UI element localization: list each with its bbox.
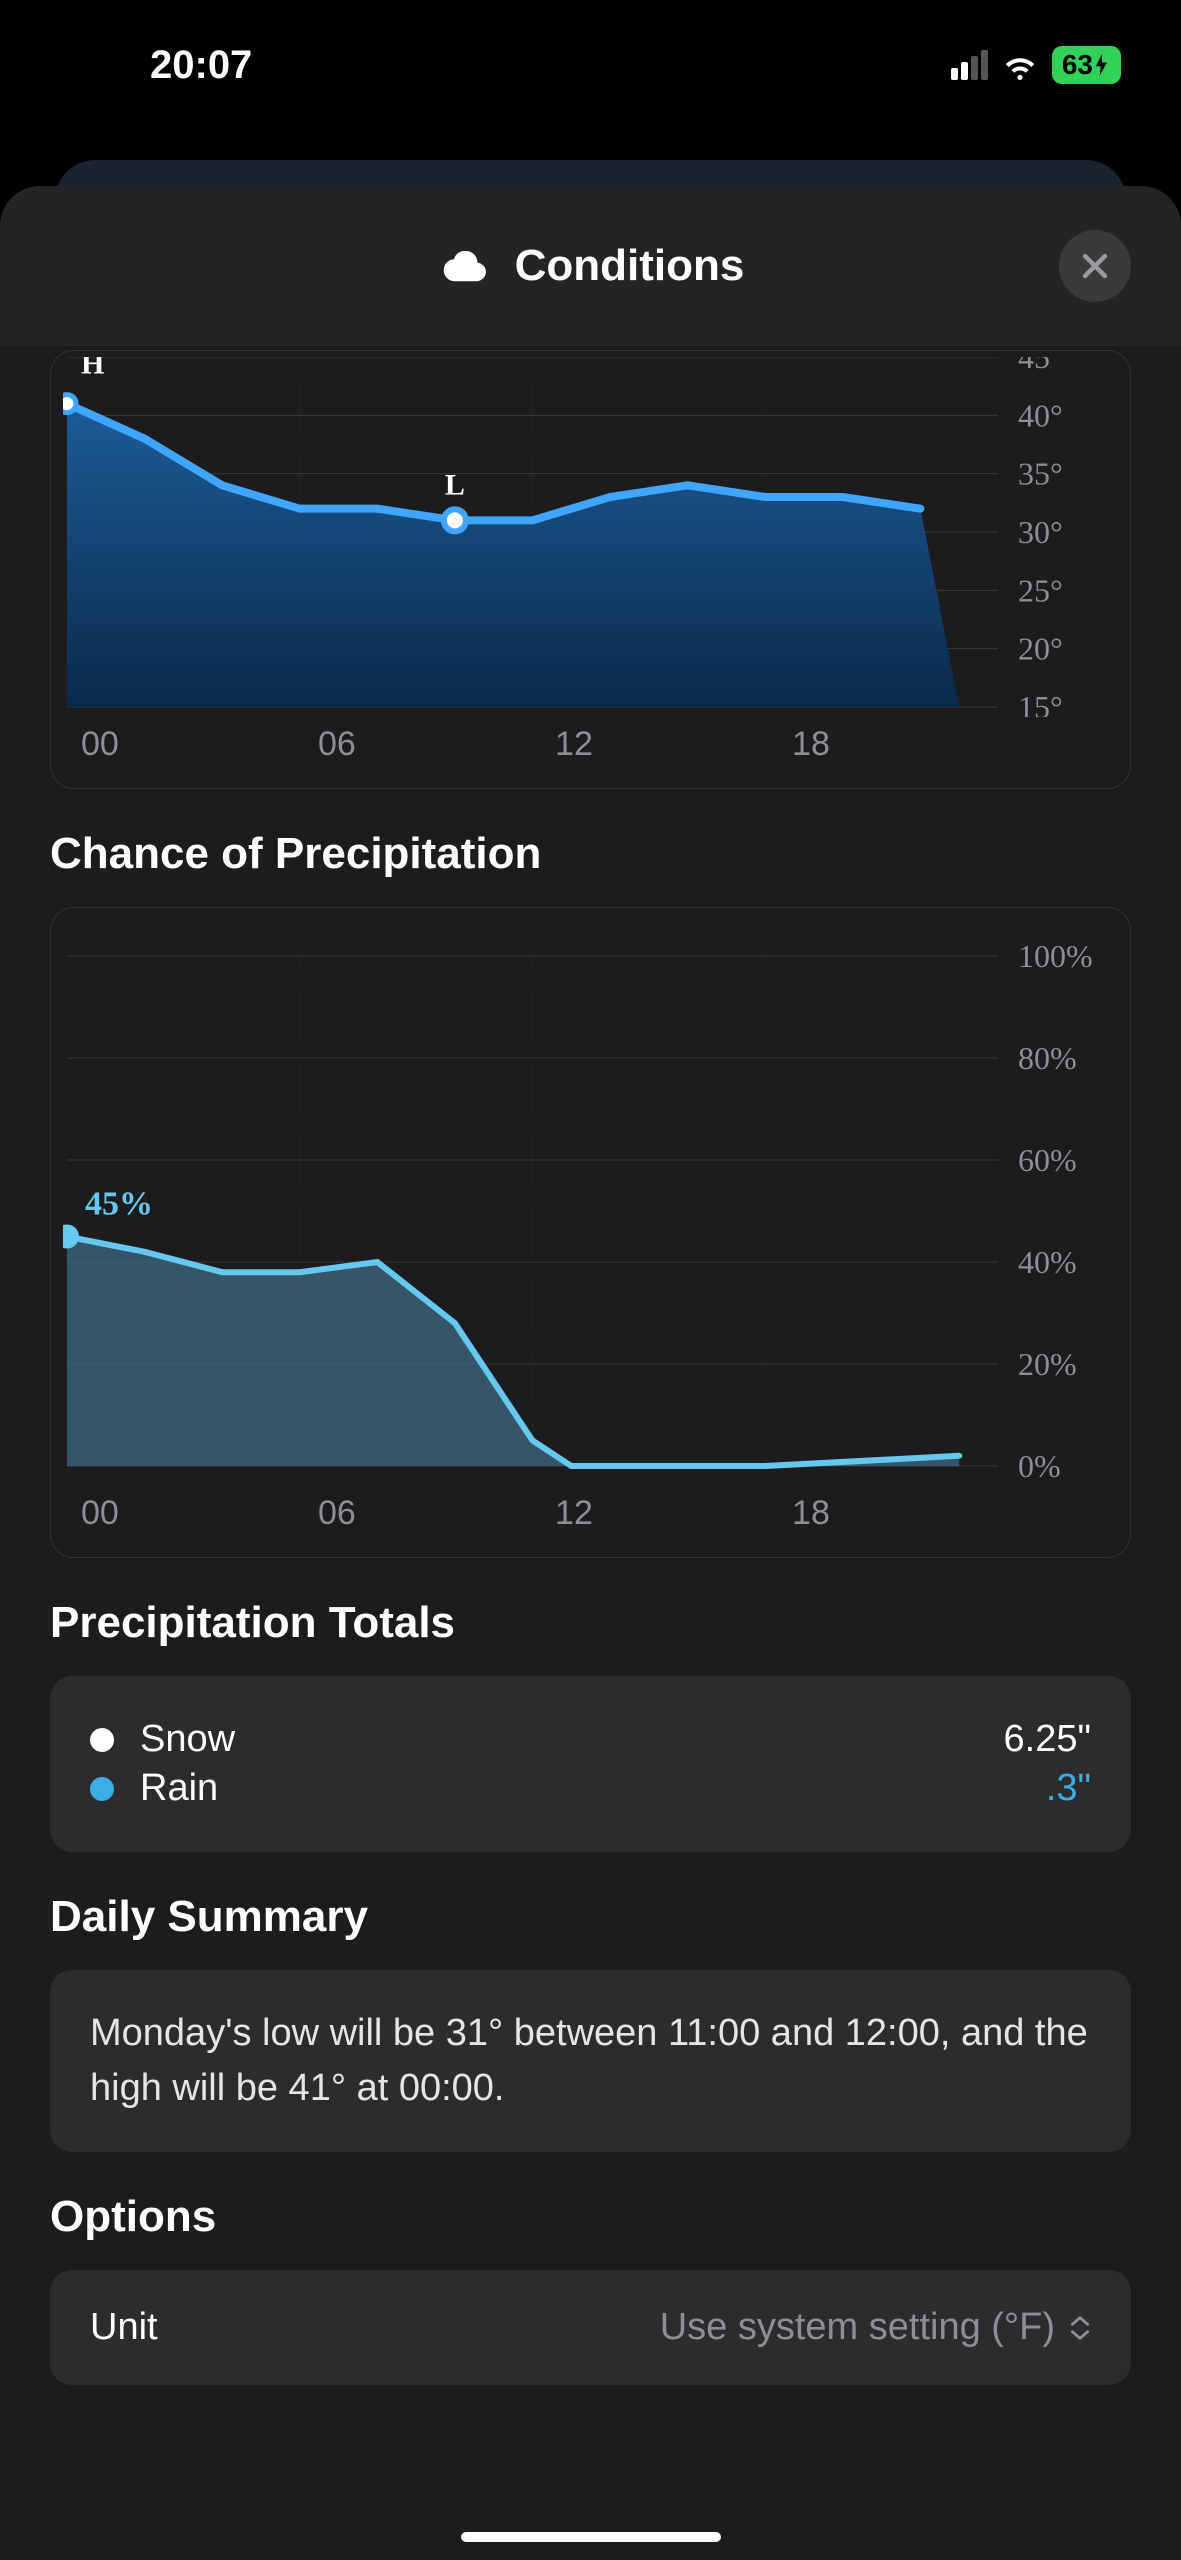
svg-text:45°: 45° (1018, 357, 1063, 375)
unit-option-row[interactable]: Unit Use system setting (°F) (50, 2270, 1131, 2385)
conditions-sheet: Conditions 15°20°25°30°35°40°45° HL 0006… (0, 186, 1181, 2560)
sheet-title: Conditions (515, 241, 745, 291)
x-tick: 06 (318, 1494, 555, 1533)
options-title: Options (50, 2192, 1131, 2242)
svg-text:20°: 20° (1018, 631, 1063, 667)
svg-text:0%: 0% (1018, 1448, 1061, 1484)
temperature-x-ticks: 00061218 (63, 725, 1118, 764)
summary-text: Monday's low will be 31° between 11:00 a… (90, 2006, 1091, 2116)
svg-text:60%: 60% (1018, 1142, 1077, 1178)
chevron-up-down-icon (1069, 2314, 1091, 2342)
close-icon (1078, 249, 1112, 283)
svg-text:40°: 40° (1018, 397, 1063, 433)
svg-text:30°: 30° (1018, 514, 1063, 550)
status-indicators: 63 (951, 46, 1121, 84)
precip-chart: 0% 20% 40% 60% 80% 100% 45% (63, 926, 1118, 1486)
precip-chance-title: Chance of Precipitation (50, 829, 1131, 879)
cloud-icon (437, 246, 491, 286)
sheet-header: Conditions (0, 186, 1181, 346)
x-tick: 00 (81, 1494, 318, 1533)
snow-dot-icon (90, 1728, 114, 1752)
home-indicator[interactable] (461, 2532, 721, 2542)
svg-text:20%: 20% (1018, 1346, 1077, 1382)
snow-label: Snow (140, 1718, 235, 1761)
precip-totals-title: Precipitation Totals (50, 1598, 1131, 1648)
status-bar: 20:07 63 (0, 0, 1181, 130)
rain-value: .3" (1046, 1767, 1091, 1810)
close-button[interactable] (1059, 230, 1131, 302)
x-tick: 00 (81, 725, 318, 764)
rain-label: Rain (140, 1767, 218, 1810)
rain-dot-icon (90, 1777, 114, 1801)
svg-text:45%: 45% (85, 1186, 153, 1223)
temperature-chart: 15° 20° 25° 30° 35° 40° 45° H L (63, 357, 1118, 717)
status-time: 20:07 (150, 43, 252, 88)
temperature-chart-card[interactable]: 15° 20° 25° 30° 35° 40° 45° H L 00061218 (50, 350, 1131, 789)
svg-text:40%: 40% (1018, 1244, 1077, 1280)
svg-text:15°: 15° (1018, 689, 1063, 717)
precip-chart-card[interactable]: 0% 20% 40% 60% 80% 100% 45% 00061218 (50, 907, 1131, 1558)
unit-label: Unit (90, 2306, 158, 2349)
precip-row-rain: Rain .3" (90, 1767, 1091, 1810)
summary-card: Monday's low will be 31° between 11:00 a… (50, 1970, 1131, 2152)
x-tick: 12 (555, 1494, 792, 1533)
summary-title: Daily Summary (50, 1892, 1131, 1942)
svg-text:100%: 100% (1018, 938, 1093, 974)
battery-indicator: 63 (1052, 46, 1121, 84)
precip-x-ticks: 00061218 (63, 1494, 1118, 1533)
svg-text:80%: 80% (1018, 1040, 1077, 1076)
svg-text:H: H (81, 357, 104, 381)
svg-text:35°: 35° (1018, 456, 1063, 492)
x-tick: 12 (555, 725, 792, 764)
snow-value: 6.25" (1004, 1718, 1091, 1761)
svg-text:L: L (445, 468, 465, 501)
wifi-icon (1002, 47, 1038, 83)
x-tick: 18 (792, 725, 1029, 764)
svg-text:25°: 25° (1018, 572, 1063, 608)
precip-totals-card: Snow 6.25" Rain .3" (50, 1676, 1131, 1852)
cellular-signal-icon (951, 50, 988, 80)
x-tick: 18 (792, 1494, 1029, 1533)
unit-value: Use system setting (°F) (660, 2306, 1055, 2349)
x-tick: 06 (318, 725, 555, 764)
precip-row-snow: Snow 6.25" (90, 1718, 1091, 1761)
